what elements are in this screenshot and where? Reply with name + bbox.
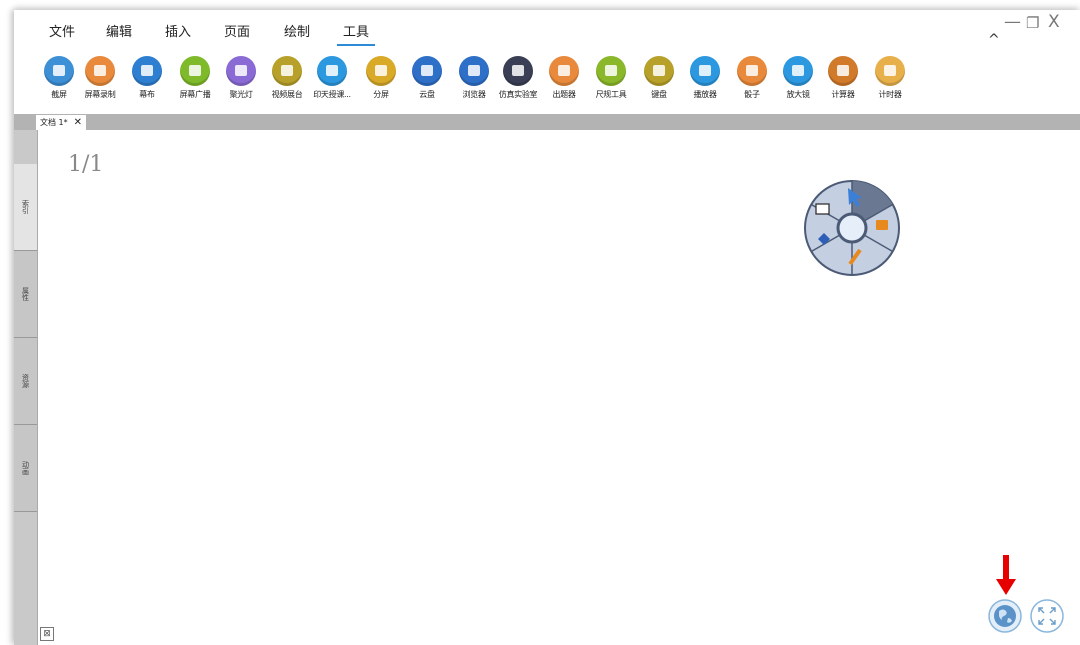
side-tab-properties[interactable]: 属性 (14, 251, 37, 338)
teaching-icon (317, 56, 347, 86)
menu-file[interactable]: 文件 (49, 21, 75, 40)
tool-label: 分屏 (373, 90, 389, 99)
close-button[interactable]: X (1048, 12, 1060, 32)
tool-label: 截屏 (51, 90, 67, 99)
dice-icon (737, 56, 767, 86)
tool-spotlight[interactable]: 聚光灯 (218, 56, 264, 100)
tool-screen-broadcast[interactable]: 屏幕广播 (172, 56, 218, 100)
tool-question[interactable]: 出题器 (541, 56, 587, 100)
tool-ruler[interactable]: 尺规工具 (588, 56, 634, 100)
tool-video-booth[interactable]: 视频展台 (264, 56, 310, 100)
whiteboard-canvas[interactable]: 1/1 ⊠ (38, 130, 1080, 645)
menu-insert[interactable]: 插入 (165, 21, 191, 40)
tool-screenshot[interactable]: 截屏 (36, 56, 82, 100)
tool-screen-record[interactable]: 屏幕录制 (77, 56, 123, 100)
menu-draw[interactable]: 绘制 (284, 21, 310, 40)
tool-timer[interactable]: 计时器 (867, 56, 913, 100)
left-sidebar: 索引 属性 资源 动画 (14, 130, 38, 645)
radial-tool-menu[interactable] (802, 178, 902, 278)
tool-label: 浏览器 (462, 90, 486, 99)
tool-label: 云盘 (419, 90, 435, 99)
tool-label: 计时器 (878, 90, 902, 99)
tool-label: 印天授课... (313, 90, 351, 99)
player-icon (690, 56, 720, 86)
cloud-disk-icon (412, 56, 442, 86)
screen-broadcast-icon (180, 56, 210, 86)
menu-tools[interactable]: 工具 (336, 21, 376, 46)
tool-label: 屏幕广播 (179, 90, 211, 99)
red-arrow-indicator (996, 555, 1016, 595)
page-indicator: 1/1 (68, 152, 104, 177)
fullscreen-button[interactable] (1030, 599, 1064, 633)
side-tab-animation[interactable]: 动画 (14, 425, 37, 512)
wheel-center[interactable] (836, 212, 868, 244)
tool-split-screen[interactable]: 分屏 (358, 56, 404, 100)
restore-button[interactable]: ❐ (1026, 14, 1039, 32)
menu-bar: 文件 编辑 插入 页面 绘制 工具 — ❐ X ^ (14, 10, 1080, 50)
curtain-icon (132, 56, 162, 86)
tool-label: 幕布 (139, 90, 155, 99)
video-booth-icon (272, 56, 302, 86)
ruler-icon (596, 56, 626, 86)
toolbox-icon (876, 220, 888, 230)
tool-browser[interactable]: 浏览器 (451, 56, 497, 100)
tool-player[interactable]: 播放器 (682, 56, 728, 100)
tool-label: 骰子 (744, 90, 760, 99)
screenshot-icon (44, 56, 74, 86)
browser-icon (459, 56, 489, 86)
collapse-ribbon-button[interactable]: ^ (988, 32, 1000, 48)
tool-magnifier[interactable]: 放大镜 (775, 56, 821, 100)
lab-icon (503, 56, 533, 86)
menu-page[interactable]: 页面 (224, 21, 250, 40)
tool-curtain[interactable]: 幕布 (124, 56, 170, 100)
timer-icon (875, 56, 905, 86)
tool-calculator[interactable]: 计算器 (820, 56, 866, 100)
side-tab-resources[interactable]: 资源 (14, 338, 37, 425)
close-tab-icon[interactable]: ✕ (74, 117, 82, 128)
keyboard-icon (644, 56, 674, 86)
tool-label: 视频展台 (271, 90, 303, 99)
minimize-button[interactable]: — (1004, 12, 1021, 32)
tool-label: 屏幕录制 (84, 90, 116, 99)
tool-lab[interactable]: 仿真实验室 (495, 56, 541, 100)
tool-label: 仿真实验室 (498, 90, 538, 99)
document-tab-label: 文档 1* (40, 118, 68, 127)
tools-ribbon: 截屏 屏幕录制 幕布 屏幕广播 聚光灯 视频展台 印天授课... 分屏 云盘 浏览器 仿真实验室 出题… (14, 56, 1080, 116)
tool-keyboard[interactable]: 键盘 (636, 56, 682, 100)
tool-label: 尺规工具 (595, 90, 627, 99)
menu-edit[interactable]: 编辑 (106, 21, 132, 40)
calculator-icon (828, 56, 858, 86)
tool-dice[interactable]: 骰子 (729, 56, 775, 100)
tool-label: 播放器 (693, 90, 717, 99)
spotlight-icon (226, 56, 256, 86)
magnifier-icon (783, 56, 813, 86)
globe-button[interactable] (988, 599, 1022, 633)
document-tab[interactable]: 文档 1* ✕ (36, 115, 87, 130)
tool-label: 键盘 (651, 90, 667, 99)
board-icon (815, 203, 830, 215)
tool-label: 放大镜 (786, 90, 810, 99)
document-tab-strip: 文档 1* ✕ (14, 114, 1080, 130)
side-tab-index[interactable]: 索引 (14, 164, 37, 251)
tool-cloud-disk[interactable]: 云盘 (404, 56, 450, 100)
tool-label: 出题器 (552, 90, 576, 99)
tool-teaching[interactable]: 印天授课... (309, 56, 355, 100)
screen-record-icon (85, 56, 115, 86)
question-icon (549, 56, 579, 86)
tool-label: 计算器 (831, 90, 855, 99)
split-screen-icon (366, 56, 396, 86)
page-thumbnail-icon[interactable]: ⊠ (40, 627, 54, 641)
tool-label: 聚光灯 (229, 90, 253, 99)
app-window: 文件 编辑 插入 页面 绘制 工具 — ❐ X ^ 截屏 屏幕录制 幕布 屏幕广播 聚光… (14, 10, 1080, 645)
globe-icon (994, 605, 1016, 627)
